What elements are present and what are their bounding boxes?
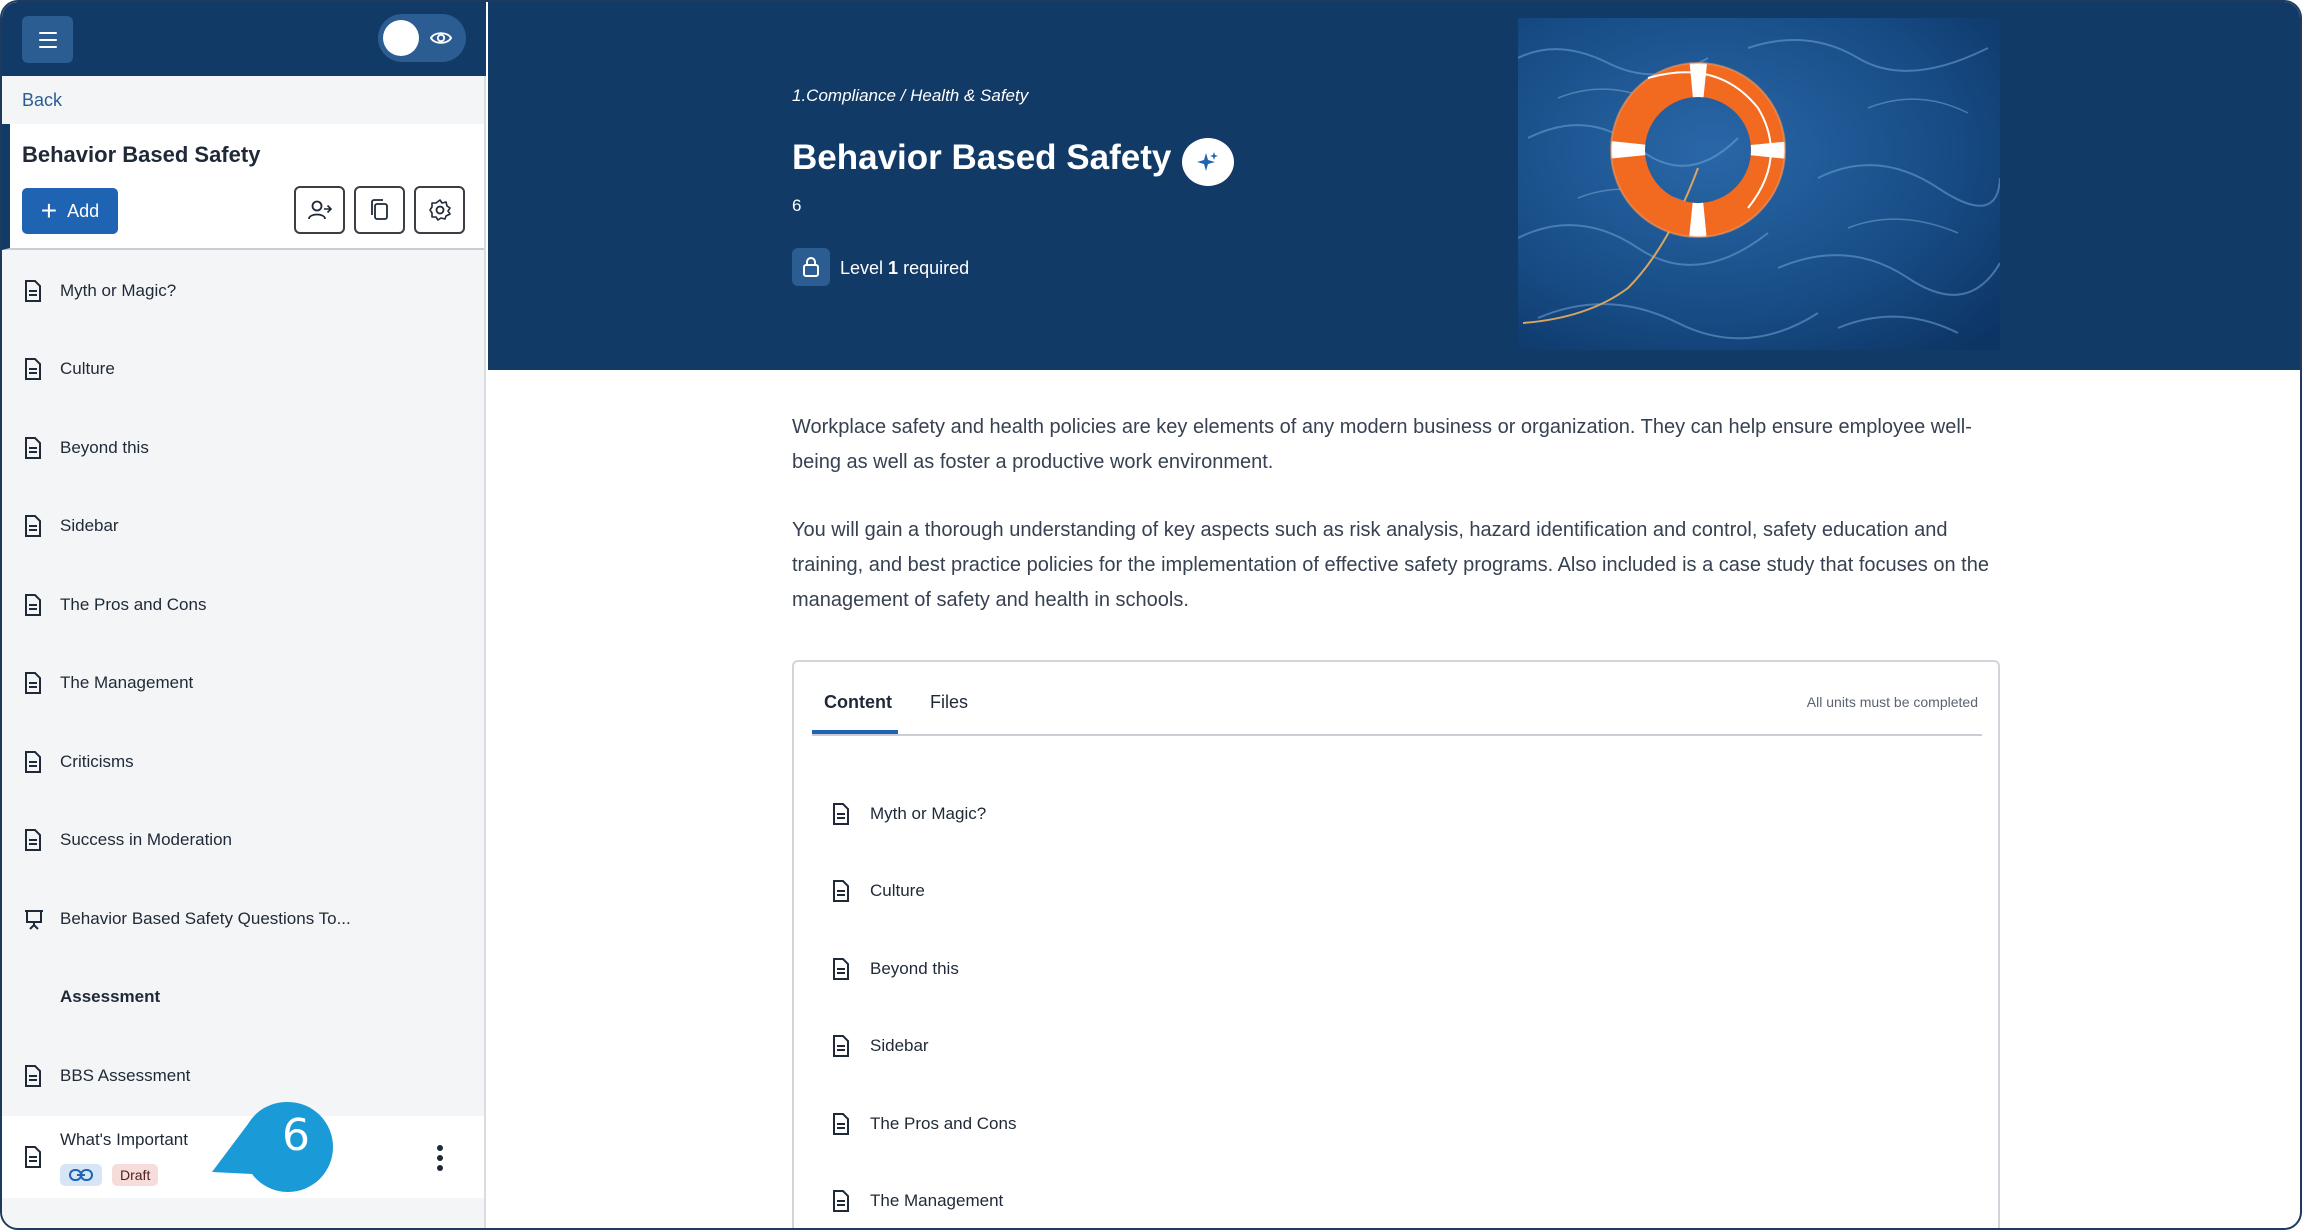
list-item[interactable]: The Management bbox=[2, 644, 484, 722]
menu-icon-line bbox=[38, 38, 57, 41]
level-number: 1 bbox=[888, 258, 899, 278]
section-header: Assessment bbox=[2, 958, 484, 1036]
assign-users-button[interactable] bbox=[294, 186, 345, 234]
document-icon bbox=[25, 280, 41, 302]
list-item[interactable]: Criticisms bbox=[2, 723, 484, 801]
toggle-knob bbox=[383, 20, 419, 56]
list-item[interactable]: Success in Moderation bbox=[2, 801, 484, 879]
level-suffix: required bbox=[903, 258, 970, 278]
step-callout-number: 6 bbox=[282, 1110, 310, 1161]
page-title: Behavior Based Safety bbox=[792, 138, 1172, 177]
unit-count: 6 bbox=[792, 196, 802, 215]
course-hero bbox=[488, 2, 2300, 370]
back-link[interactable]: Back bbox=[22, 90, 62, 111]
completion-note: All units must be completed bbox=[1806, 694, 1978, 710]
list-item-label: Criticisms bbox=[60, 752, 134, 771]
lock-icon bbox=[792, 248, 830, 286]
list-item-label: Sidebar bbox=[870, 1036, 929, 1055]
list-item[interactable]: Myth or Magic? bbox=[2, 252, 484, 330]
description-paragraph: Workplace safety and health policies are… bbox=[792, 416, 1972, 473]
list-item-label: Behavior Based Safety Questions To... bbox=[60, 909, 351, 928]
list-item-label: The Management bbox=[870, 1191, 1004, 1210]
gear-icon bbox=[428, 199, 451, 221]
document-icon bbox=[25, 515, 41, 537]
level-requirement: Level 1 required bbox=[840, 258, 969, 279]
document-icon bbox=[25, 1146, 41, 1168]
document-icon bbox=[25, 672, 41, 694]
list-item-label: Beyond this bbox=[870, 959, 959, 978]
course-title: Behavior Based Safety bbox=[22, 142, 261, 167]
list-item[interactable]: Behavior Based Safety Questions To... bbox=[2, 880, 484, 958]
list-item[interactable]: Beyond this bbox=[832, 949, 959, 989]
list-item[interactable]: The Management bbox=[832, 1181, 1003, 1221]
list-item-label: The Pros and Cons bbox=[870, 1114, 1017, 1133]
link-badge bbox=[60, 1164, 102, 1186]
document-icon bbox=[833, 803, 849, 825]
copy-button[interactable] bbox=[354, 186, 405, 234]
list-item[interactable]: Culture bbox=[832, 871, 925, 911]
breadcrumb: 1.Compliance / Health & Safety bbox=[792, 86, 1029, 105]
list-item-label: Beyond this bbox=[60, 438, 149, 457]
tab-divider bbox=[812, 734, 1982, 736]
presentation-icon bbox=[25, 910, 43, 930]
list-item-label: The Management bbox=[60, 673, 194, 692]
users-icon bbox=[307, 200, 332, 220]
document-icon bbox=[25, 829, 41, 851]
list-item[interactable]: Culture bbox=[2, 330, 484, 408]
document-icon bbox=[25, 751, 41, 773]
list-item[interactable]: Sidebar bbox=[832, 1026, 929, 1066]
menu-button[interactable] bbox=[22, 16, 73, 63]
document-icon bbox=[833, 1113, 849, 1135]
content-card: Content Files All units must be complete… bbox=[792, 660, 2000, 1228]
list-item-label: Culture bbox=[60, 359, 115, 378]
document-icon bbox=[25, 358, 41, 380]
sparkle-icon bbox=[1197, 152, 1218, 171]
active-tab-indicator bbox=[812, 730, 898, 734]
section-header-label: Assessment bbox=[60, 987, 161, 1006]
list-item[interactable]: The Pros and Cons bbox=[2, 566, 484, 644]
course-cover-image bbox=[1518, 18, 2000, 350]
list-item-label: Myth or Magic? bbox=[870, 804, 987, 823]
preview-toggle[interactable] bbox=[378, 14, 466, 62]
list-item[interactable]: Myth or Magic? bbox=[832, 794, 986, 834]
tab-files[interactable]: Files bbox=[930, 692, 968, 713]
copy-icon bbox=[370, 199, 388, 220]
document-icon bbox=[833, 880, 849, 902]
add-label: Add bbox=[67, 200, 100, 221]
course-header: Behavior Based Safety + Add bbox=[2, 124, 484, 250]
list-item-label: What's Important bbox=[60, 1130, 188, 1149]
add-button[interactable]: + Add bbox=[22, 188, 118, 234]
menu-icon-line bbox=[38, 45, 57, 48]
level-prefix: Level bbox=[840, 258, 884, 278]
app-window: Back Behavior Based Safety + Add Myth or… bbox=[0, 0, 2302, 1230]
list-item-label: Success in Moderation bbox=[60, 830, 232, 849]
plus-icon: + bbox=[40, 195, 58, 226]
list-item-label: The Pros and Cons bbox=[60, 595, 207, 614]
document-icon bbox=[833, 1035, 849, 1057]
list-item-label: Sidebar bbox=[60, 516, 119, 535]
list-item-label: BBS Assessment bbox=[60, 1066, 191, 1085]
ai-assist-button[interactable] bbox=[1182, 138, 1234, 186]
eye-icon bbox=[430, 32, 452, 44]
list-item[interactable]: Beyond this bbox=[2, 409, 484, 487]
document-icon bbox=[833, 958, 849, 980]
list-item-label: Myth or Magic? bbox=[60, 281, 177, 300]
status-badge: Draft bbox=[112, 1164, 159, 1186]
document-icon bbox=[25, 437, 41, 459]
list-item[interactable]: The Pros and Cons bbox=[832, 1104, 1016, 1144]
more-options-icon[interactable] bbox=[430, 1140, 450, 1176]
list-item-label: Culture bbox=[870, 881, 925, 900]
tab-content[interactable]: Content bbox=[824, 692, 892, 713]
sidebar-topbar bbox=[2, 2, 486, 76]
settings-button[interactable] bbox=[414, 186, 465, 234]
list-item[interactable]: Sidebar bbox=[2, 487, 484, 565]
description-paragraph: You will gain a thorough understanding o… bbox=[792, 519, 1989, 611]
document-icon bbox=[25, 594, 41, 616]
menu-icon-line bbox=[38, 31, 57, 34]
sidebar: Back Behavior Based Safety + Add Myth or… bbox=[2, 2, 486, 1228]
document-icon bbox=[25, 1065, 41, 1087]
link-icon bbox=[69, 1169, 93, 1181]
document-icon bbox=[833, 1190, 849, 1212]
